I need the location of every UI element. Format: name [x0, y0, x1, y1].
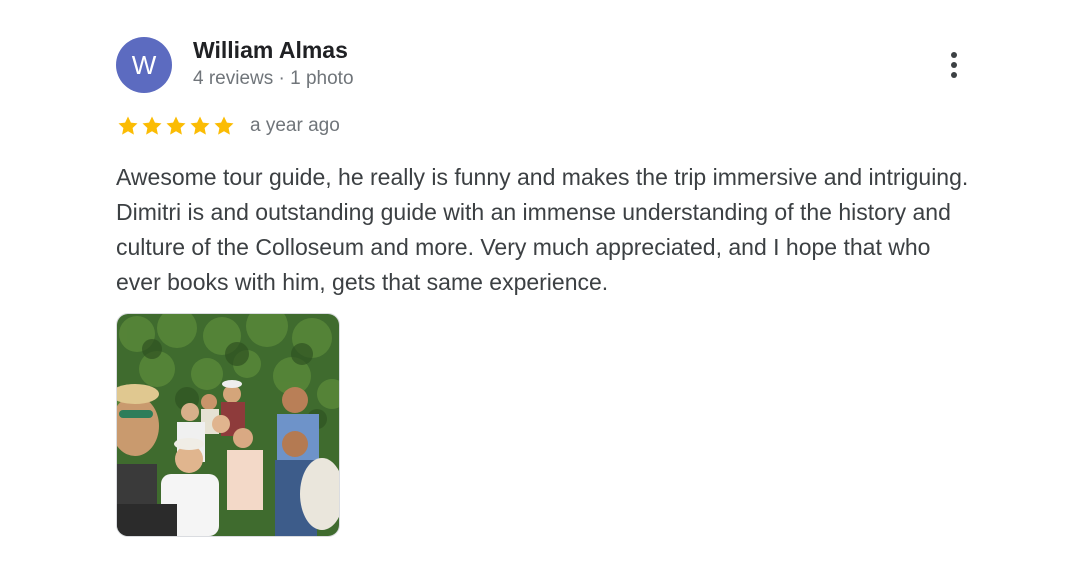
review-photo[interactable]	[116, 313, 340, 537]
review-card: W William Almas 4 reviews · 1 photo a ye…	[0, 0, 1080, 562]
star-icon	[190, 116, 210, 135]
review-text: Awesome tour guide, he really is funny a…	[116, 164, 969, 295]
avatar-initial: W	[131, 49, 157, 80]
more-vert-icon-dot	[951, 62, 957, 68]
rating-row: a year ago	[116, 113, 340, 139]
avatar[interactable]: W	[116, 37, 172, 93]
more-options-button[interactable]	[938, 45, 970, 85]
star-icon	[142, 116, 162, 135]
star-rating	[116, 114, 236, 138]
star-icon	[118, 116, 138, 135]
group-photo-image	[117, 314, 339, 536]
more-vert-icon	[951, 52, 957, 58]
author-meta[interactable]: 4 reviews · 1 photo	[193, 68, 354, 90]
star-icon	[214, 116, 234, 135]
more-vert-icon-dot	[951, 72, 957, 78]
review-time: a year ago	[250, 115, 340, 136]
author-name[interactable]: William Almas	[193, 37, 348, 64]
star-icon	[166, 116, 186, 135]
